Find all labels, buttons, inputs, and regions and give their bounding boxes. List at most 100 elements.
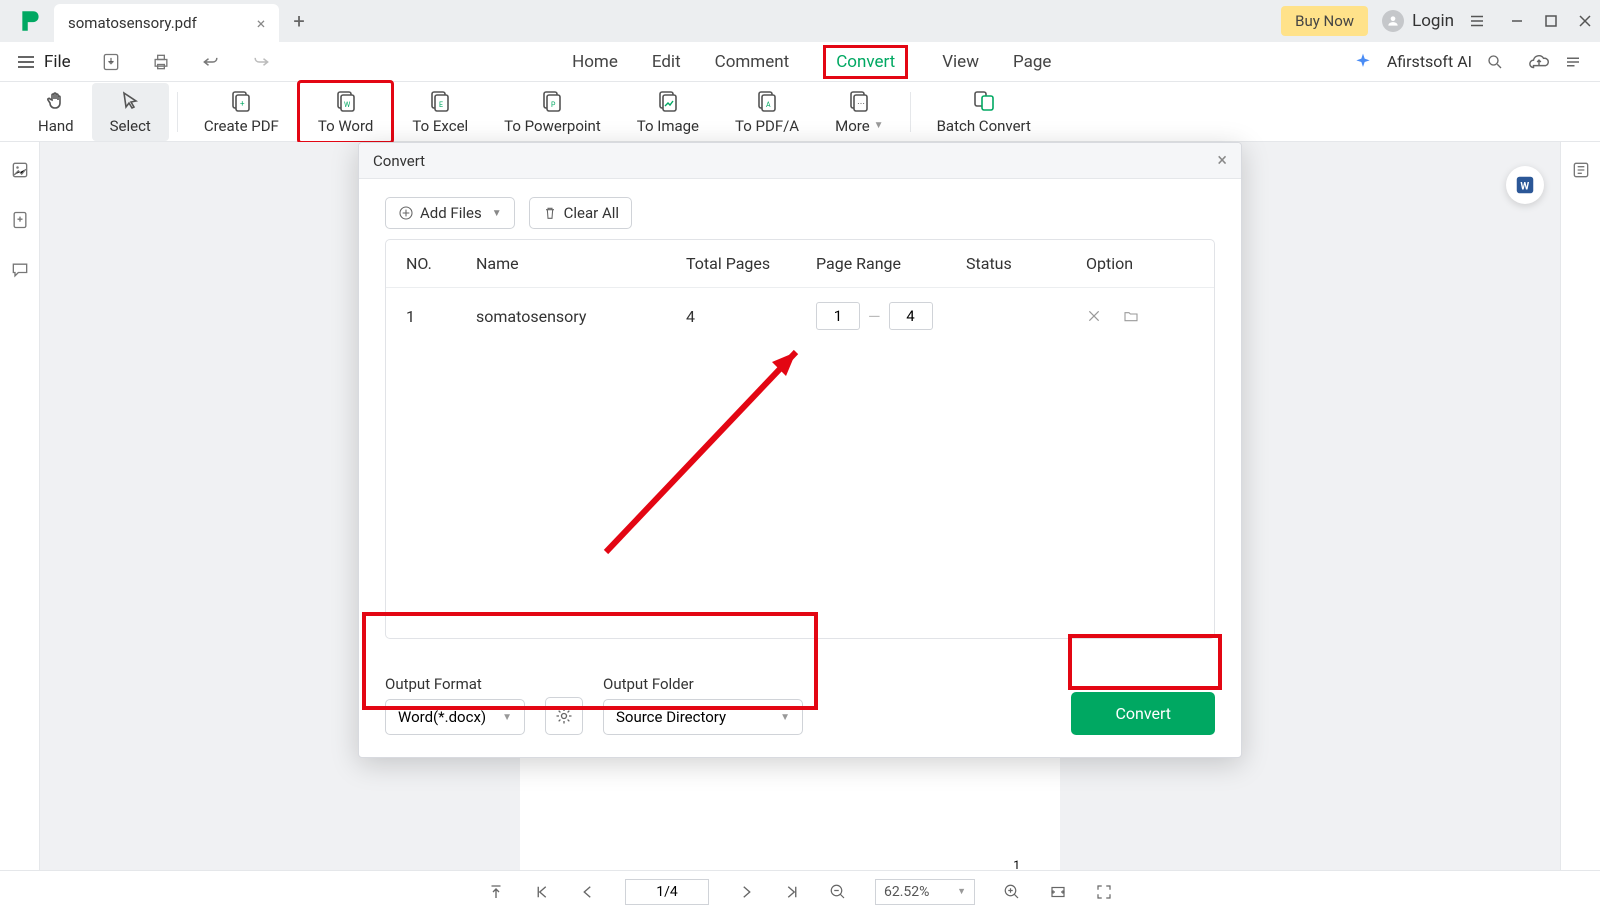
output-format-dropdown[interactable]: Word(*.docx) ▼ [385, 699, 525, 735]
chevron-down-icon: ▼ [957, 886, 966, 897]
menu-tab-convert[interactable]: Convert [823, 45, 908, 79]
menu-tab-home[interactable]: Home [572, 52, 618, 72]
cell-total-pages: 4 [686, 307, 816, 326]
first-page-icon[interactable] [533, 883, 551, 901]
chevron-down-icon: ▼ [780, 712, 790, 723]
new-tab-button[interactable]: + [293, 9, 304, 33]
tool-select-label: Select [110, 117, 151, 135]
range-from-input[interactable] [816, 302, 860, 330]
scroll-top-icon[interactable] [487, 883, 505, 901]
tool-to-powerpoint[interactable]: P To Powerpoint [486, 83, 619, 141]
zoom-dropdown[interactable]: 62.52% ▼ [875, 879, 975, 905]
tool-batch-convert[interactable]: Batch Convert [919, 83, 1049, 141]
tool-to-excel-label: To Excel [412, 117, 468, 135]
zoom-out-icon[interactable] [829, 883, 847, 901]
clear-all-label: Clear All [564, 204, 619, 222]
tool-to-powerpoint-label: To Powerpoint [504, 117, 601, 135]
add-files-button[interactable]: Add Files ▼ [385, 197, 515, 229]
file-menu[interactable]: File [44, 52, 71, 72]
zoom-in-icon[interactable] [1003, 883, 1021, 901]
last-page-icon[interactable] [783, 883, 801, 901]
maximize-icon[interactable] [1544, 14, 1558, 28]
convert-button[interactable]: Convert [1071, 692, 1215, 735]
svg-text:P: P [551, 101, 556, 109]
col-option: Option [1086, 254, 1186, 273]
separator [177, 92, 178, 132]
zoom-value: 62.52% [884, 884, 929, 900]
add-files-label: Add Files [420, 204, 482, 222]
overflow-icon[interactable] [1564, 53, 1582, 71]
left-rail [0, 142, 40, 870]
tool-create-pdf[interactable]: + Create PDF [186, 83, 297, 141]
tool-more[interactable]: ⋯ More ▼ [817, 83, 901, 141]
chevron-down-icon: ▼ [492, 208, 502, 219]
document-tab[interactable]: somatosensory.pdf × [54, 4, 279, 42]
menu-tab-edit[interactable]: Edit [652, 52, 681, 72]
settings-button[interactable] [545, 697, 583, 735]
tool-to-pdfa-label: To PDF/A [735, 117, 799, 135]
save-icon[interactable] [101, 52, 121, 72]
undo-icon[interactable] [201, 52, 221, 72]
svg-text:+: + [240, 99, 245, 108]
file-table: NO. Name Total Pages Page Range Status O… [385, 239, 1215, 639]
output-folder-label: Output Folder [603, 675, 803, 693]
next-page-icon[interactable] [737, 883, 755, 901]
redo-icon[interactable] [251, 52, 271, 72]
ai-label[interactable]: Afirstsoft AI [1387, 52, 1472, 71]
right-rail [1560, 142, 1600, 870]
remove-row-icon[interactable] [1086, 308, 1102, 324]
tool-batch-convert-label: Batch Convert [937, 117, 1031, 135]
svg-text:W: W [344, 101, 351, 109]
close-tab-icon[interactable]: × [257, 14, 266, 33]
close-window-icon[interactable] [1578, 14, 1592, 28]
tool-create-pdf-label: Create PDF [204, 117, 279, 135]
toolbar: Hand Select + Create PDF W To Word E To … [0, 82, 1600, 142]
dialog-close-icon[interactable]: × [1217, 150, 1227, 171]
tool-to-pdfa[interactable]: A To PDF/A [717, 83, 817, 141]
output-folder-dropdown[interactable]: Source Directory ▼ [603, 699, 803, 735]
search-icon[interactable] [1486, 53, 1504, 71]
col-page-range: Page Range [816, 254, 966, 273]
word-badge-icon[interactable]: W [1506, 166, 1544, 204]
menu-tab-page[interactable]: Page [1013, 52, 1051, 72]
bookmark-icon[interactable] [10, 210, 30, 230]
menu-tab-comment[interactable]: Comment [715, 52, 790, 72]
clear-all-button[interactable]: Clear All [529, 197, 632, 229]
avatar-icon [1382, 10, 1404, 32]
tool-to-image[interactable]: To Image [619, 83, 717, 141]
minimize-icon[interactable] [1510, 14, 1524, 28]
login-button[interactable]: Login [1382, 10, 1454, 32]
ai-sparkle-icon [1353, 52, 1373, 72]
tool-hand-label: Hand [38, 117, 74, 135]
app-logo [18, 8, 44, 34]
table-header: NO. Name Total Pages Page Range Status O… [386, 240, 1214, 288]
tool-select[interactable]: Select [92, 83, 169, 141]
tool-to-word[interactable]: W To Word [297, 80, 395, 144]
print-icon[interactable] [151, 52, 171, 72]
range-to-input[interactable] [889, 302, 933, 330]
col-status: Status [966, 254, 1086, 273]
col-name: Name [476, 254, 686, 273]
login-label: Login [1412, 11, 1454, 31]
menu-icon[interactable] [1468, 12, 1486, 30]
menu-tab-view[interactable]: View [942, 52, 979, 72]
page-input[interactable] [625, 879, 709, 905]
cloud-upload-icon[interactable] [1528, 51, 1550, 73]
tool-to-excel[interactable]: E To Excel [394, 83, 486, 141]
statusbar: 62.52% ▼ [0, 870, 1600, 912]
comment-rail-icon[interactable] [10, 260, 30, 280]
svg-text:⋯: ⋯ [857, 99, 865, 108]
menubar: File Home Edit Comment Convert View Page… [0, 42, 1600, 82]
open-folder-icon[interactable] [1122, 308, 1140, 324]
prev-page-icon[interactable] [579, 883, 597, 901]
fit-width-icon[interactable] [1049, 883, 1067, 901]
panel-icon[interactable] [1571, 160, 1591, 180]
thumbnails-icon[interactable] [10, 160, 30, 180]
tool-hand[interactable]: Hand [20, 83, 92, 141]
convert-dialog: Convert × Add Files ▼ Clear All NO. Name… [358, 142, 1242, 758]
fit-page-icon[interactable] [1095, 883, 1113, 901]
svg-text:E: E [439, 101, 443, 109]
buy-now-button[interactable]: Buy Now [1281, 6, 1368, 36]
hamburger-icon[interactable] [18, 56, 34, 68]
tool-to-image-label: To Image [637, 117, 699, 135]
